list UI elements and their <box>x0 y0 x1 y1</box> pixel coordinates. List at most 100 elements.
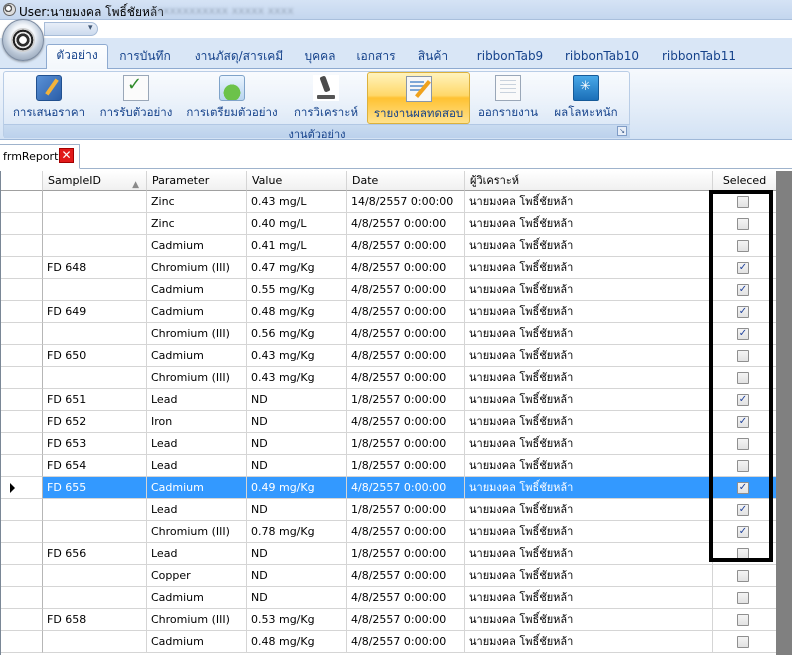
row-header[interactable] <box>1 477 43 499</box>
row-header[interactable] <box>1 521 43 543</box>
row-header[interactable] <box>1 411 43 433</box>
selected-checkbox[interactable] <box>737 614 749 626</box>
cell-date[interactable]: 4/8/2557 0:00:00 <box>347 565 465 587</box>
cell-sampleid[interactable]: FD 652 <box>43 411 147 433</box>
table-row[interactable]: Zinc 0.43 mg/L 14/8/2557 0:00:00 นายมงคล โพ… <box>1 191 777 213</box>
receive-sample-button[interactable]: การรับตัวอย่าง <box>98 72 174 124</box>
cell-analyst[interactable]: นายมงคล โพธิ์ชัยหล้า <box>465 411 713 433</box>
cell-parameter[interactable]: Cadmium <box>147 587 247 609</box>
cell-parameter[interactable]: Lead <box>147 433 247 455</box>
cell-date[interactable]: 4/8/2557 0:00:00 <box>347 367 465 389</box>
cell-parameter[interactable]: Chromium (III) <box>147 609 247 631</box>
tab-ribbontab11[interactable]: ribbonTab11 <box>654 46 744 68</box>
cell-analyst[interactable]: นายมงคล โพธิ์ชัยหล้า <box>465 213 713 235</box>
grid-corner-header[interactable] <box>1 171 43 191</box>
export-report-button[interactable]: ออกรายงาน <box>474 72 542 124</box>
table-row[interactable]: FD 656 Lead ND 1/8/2557 0:00:00 นายมงคล โพธิ… <box>1 543 777 565</box>
cell-date[interactable]: 14/8/2557 0:00:00 <box>347 191 465 213</box>
cell-parameter[interactable]: Lead <box>147 455 247 477</box>
cell-analyst[interactable]: นายมงคล โพธิ์ชัยหล้า <box>465 257 713 279</box>
row-header[interactable] <box>1 279 43 301</box>
close-icon[interactable]: ✕ <box>59 148 74 163</box>
cell-date[interactable]: 4/8/2557 0:00:00 <box>347 587 465 609</box>
selected-checkbox[interactable]: ✓ <box>737 416 749 428</box>
cell-value[interactable]: 0.48 mg/Kg <box>247 631 347 653</box>
table-row[interactable]: FD 651 Lead ND 1/8/2557 0:00:00 นายมงคล โพธิ… <box>1 389 777 411</box>
cell-analyst[interactable]: นายมงคล โพธิ์ชัยหล้า <box>465 301 713 323</box>
cell-value[interactable]: ND <box>247 543 347 565</box>
cell-value[interactable]: 0.49 mg/Kg <box>247 477 347 499</box>
cell-sampleid[interactable]: FD 658 <box>43 609 147 631</box>
selected-checkbox[interactable]: ✓ <box>737 306 749 318</box>
selected-checkbox[interactable] <box>737 636 749 648</box>
cell-value[interactable]: ND <box>247 565 347 587</box>
cell-sampleid[interactable]: FD 650 <box>43 345 147 367</box>
cell-parameter[interactable]: Zinc <box>147 191 247 213</box>
tab-products[interactable]: สินค้า <box>410 46 456 68</box>
table-row[interactable]: Cadmium 0.55 mg/Kg 4/8/2557 0:00:00 นายมงคล… <box>1 279 777 301</box>
cell-analyst[interactable]: นายมงคล โพธิ์ชัยหล้า <box>465 499 713 521</box>
table-row[interactable]: Lead ND 1/8/2557 0:00:00 นายมงคล โพธิ์ชัยหล… <box>1 499 777 521</box>
row-header[interactable] <box>1 609 43 631</box>
cell-sampleid[interactable]: FD 654 <box>43 455 147 477</box>
cell-parameter[interactable]: Lead <box>147 389 247 411</box>
cell-parameter[interactable]: Lead <box>147 543 247 565</box>
cell-parameter[interactable]: Cadmium <box>147 235 247 257</box>
cell-parameter[interactable]: Iron <box>147 411 247 433</box>
row-header[interactable] <box>1 323 43 345</box>
cell-date[interactable]: 4/8/2557 0:00:00 <box>347 345 465 367</box>
column-header-selected[interactable]: Seleced <box>713 171 777 191</box>
cell-value[interactable]: 0.55 mg/Kg <box>247 279 347 301</box>
table-row[interactable]: Chromium (III) 0.56 mg/Kg 4/8/2557 0:00:00… <box>1 323 777 345</box>
row-header[interactable] <box>1 389 43 411</box>
cell-date[interactable]: 4/8/2557 0:00:00 <box>347 631 465 653</box>
selected-checkbox[interactable]: ✓ <box>737 262 749 274</box>
row-header[interactable] <box>1 235 43 257</box>
table-row[interactable]: Copper ND 4/8/2557 0:00:00 นายมงคล โพธิ์ชัย… <box>1 565 777 587</box>
row-header[interactable] <box>1 587 43 609</box>
table-row[interactable]: Cadmium 0.41 mg/L 4/8/2557 0:00:00 นายมงคล … <box>1 235 777 257</box>
cell-analyst[interactable]: นายมงคล โพธิ์ชัยหล้า <box>465 389 713 411</box>
tab-materials-chemicals[interactable]: งานภัสดุ/สารเคมี <box>186 46 292 68</box>
selected-checkbox[interactable] <box>737 218 749 230</box>
cell-value[interactable]: ND <box>247 587 347 609</box>
cell-analyst[interactable]: นายมงคล โพธิ์ชัยหล้า <box>465 631 713 653</box>
cell-parameter[interactable]: Chromium (III) <box>147 367 247 389</box>
cell-value[interactable]: 0.56 mg/Kg <box>247 323 347 345</box>
table-row[interactable]: FD 654 Lead ND 1/8/2557 0:00:00 นายมงคล โพธิ… <box>1 455 777 477</box>
quick-access-dropdown-icon[interactable]: ▾ <box>88 23 93 33</box>
row-header[interactable] <box>1 301 43 323</box>
cell-analyst[interactable]: นายมงคล โพธิ์ชัยหล้า <box>465 565 713 587</box>
cell-sampleid[interactable]: FD 656 <box>43 543 147 565</box>
cell-analyst[interactable]: นายมงคล โพธิ์ชัยหล้า <box>465 543 713 565</box>
tab-ribbontab10[interactable]: ribbonTab10 <box>558 46 646 68</box>
cell-sampleid[interactable] <box>43 499 147 521</box>
table-row[interactable]: Cadmium ND 4/8/2557 0:00:00 นายมงคล โพธิ์ชั… <box>1 587 777 609</box>
row-header[interactable] <box>1 565 43 587</box>
application-menu-button[interactable] <box>2 19 44 61</box>
cell-parameter[interactable]: Chromium (III) <box>147 257 247 279</box>
cell-sampleid[interactable]: FD 648 <box>43 257 147 279</box>
selected-checkbox[interactable]: ✓ <box>737 328 749 340</box>
cell-date[interactable]: 4/8/2557 0:00:00 <box>347 323 465 345</box>
cell-analyst[interactable]: นายมงคล โพธิ์ชัยหล้า <box>465 367 713 389</box>
cell-value[interactable]: 0.47 mg/Kg <box>247 257 347 279</box>
cell-date[interactable]: 4/8/2557 0:00:00 <box>347 235 465 257</box>
cell-parameter[interactable]: Lead <box>147 499 247 521</box>
selected-checkbox[interactable]: ✓ <box>737 482 749 494</box>
table-row[interactable]: Chromium (III) 0.43 mg/Kg 4/8/2557 0:00:00… <box>1 367 777 389</box>
cell-sampleid[interactable] <box>43 587 147 609</box>
cell-analyst[interactable]: นายมงคล โพธิ์ชัยหล้า <box>465 279 713 301</box>
cell-value[interactable]: 0.43 mg/Kg <box>247 367 347 389</box>
row-header[interactable] <box>1 345 43 367</box>
report-data-grid[interactable]: SampleID ▲ Parameter Value Date ผู้วิเคร… <box>0 171 780 655</box>
cell-date[interactable]: 4/8/2557 0:00:00 <box>347 411 465 433</box>
cell-value[interactable]: ND <box>247 389 347 411</box>
selected-checkbox[interactable] <box>737 570 749 582</box>
selected-checkbox[interactable] <box>737 372 749 384</box>
cell-date[interactable]: 1/8/2557 0:00:00 <box>347 433 465 455</box>
cell-parameter[interactable]: Copper <box>147 565 247 587</box>
cell-parameter[interactable]: Cadmium <box>147 301 247 323</box>
cell-parameter[interactable]: Chromium (III) <box>147 521 247 543</box>
cell-sampleid[interactable]: FD 649 <box>43 301 147 323</box>
